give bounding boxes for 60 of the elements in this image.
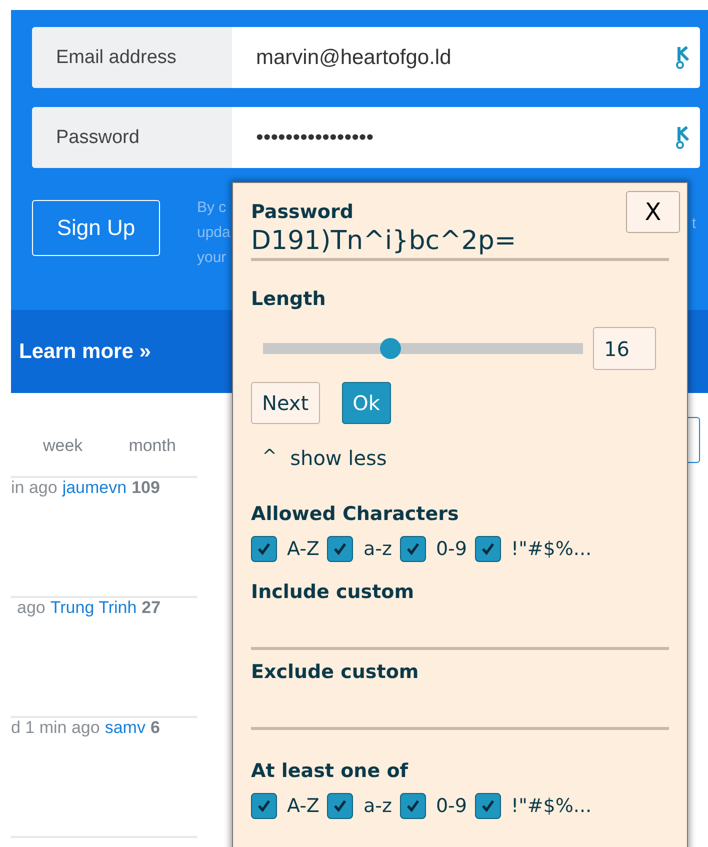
checkmark-icon <box>404 798 421 814</box>
checkbox[interactable] <box>400 536 426 562</box>
next-button[interactable]: Next <box>251 382 320 424</box>
checkmark-icon <box>480 798 496 814</box>
checkbox[interactable] <box>251 793 277 819</box>
show-less-link[interactable]: show less <box>290 446 387 470</box>
period-tab[interactable]: month <box>128 436 176 456</box>
score-count: 27 <box>142 598 161 618</box>
score-count: 6 <box>150 718 160 738</box>
checkbox-label: 0-9 <box>436 795 467 817</box>
checkmark-icon <box>332 541 348 557</box>
checkmark-icon <box>480 541 496 557</box>
caret-icon[interactable]: ^ <box>262 446 278 470</box>
activity-text: in ago <box>11 478 58 498</box>
section-label: Allowed Characters <box>251 502 459 526</box>
terms-text: t <box>692 215 696 234</box>
checkbox[interactable] <box>327 793 354 819</box>
field-label: Email address <box>32 27 232 88</box>
learn-more-link[interactable]: Learn more » <box>19 340 151 364</box>
checkmark-icon <box>256 541 272 557</box>
section-label: Password <box>251 200 354 224</box>
key-icon[interactable] <box>676 44 690 70</box>
terms-text: your <box>197 248 228 268</box>
checkbox[interactable] <box>474 536 501 562</box>
field-label: Password <box>32 107 232 168</box>
section-label: Exclude custom <box>251 660 419 684</box>
checkbox-label: a-z <box>363 795 392 817</box>
checkmark-icon <box>332 798 348 814</box>
checkbox-label: A-Z <box>287 795 320 817</box>
activity-text: d 1 min ago <box>11 718 100 738</box>
user-link[interactable]: Trung Trinh <box>50 598 137 618</box>
checkbox-label: a-z <box>363 538 392 560</box>
checkmark-icon <box>404 541 421 557</box>
section-label: Length <box>251 287 326 311</box>
checkbox[interactable] <box>251 536 277 562</box>
activity-text: ago <box>17 598 46 618</box>
key-icon[interactable] <box>676 124 690 150</box>
terms-text: By c <box>197 198 228 218</box>
close-button[interactable]: X <box>626 191 680 233</box>
section-label: At least one of <box>251 759 408 783</box>
terms-text: upda <box>197 223 231 243</box>
score-count: 109 <box>132 478 160 498</box>
user-link[interactable]: jaumevn <box>62 478 127 498</box>
input-field[interactable]: marvin@heartofgo.ld <box>232 27 700 88</box>
checkbox-label: A-Z <box>287 538 320 560</box>
period-tab[interactable]: week <box>43 436 83 456</box>
section-label: Include custom <box>251 580 414 604</box>
slider-thumb[interactable] <box>380 338 401 359</box>
checkbox[interactable] <box>327 536 354 562</box>
checkbox-label: !"#$%... <box>510 795 592 817</box>
checkbox-label: !"#$%... <box>510 538 592 560</box>
user-link[interactable]: samv <box>104 718 146 738</box>
checkbox[interactable] <box>474 793 501 819</box>
input-field[interactable]: •••••••••••••••• <box>232 107 700 168</box>
checkbox-label: 0-9 <box>436 538 467 560</box>
checkbox[interactable] <box>400 793 426 819</box>
sign-up-button[interactable]: Sign Up <box>32 200 160 256</box>
password-output[interactable]: D191)Tn^i}bc^2p= <box>251 224 669 261</box>
checkmark-icon <box>256 798 272 814</box>
length-field[interactable]: 16 <box>593 327 656 370</box>
